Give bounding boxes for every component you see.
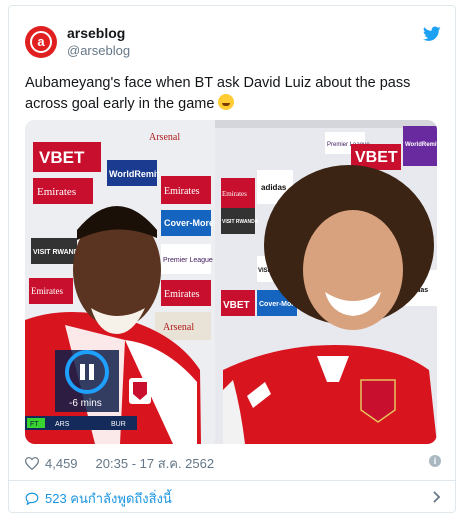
twitter-bird-icon[interactable] [423,26,441,42]
pause-icon-bar-right [89,364,94,380]
board-vbet-right-2: VBET [223,300,250,311]
tears-of-joy-emoji-icon [218,94,235,110]
like-heart-icon[interactable] [25,457,39,470]
author-avatar[interactable]: a [25,26,57,58]
score-status-label: FT [30,421,39,428]
board-vbet-left: VBET [39,148,85,167]
board-emirates-4: Emirates [31,286,63,296]
board-emirates-5: Emirates [222,190,247,198]
tweet-photo[interactable]: VBET WorldRemit Emirates Emirates Cover-… [25,120,437,444]
score-team-home: ARS [55,421,70,428]
tweet-body: Aubameyang's face when BT ask David Luiz… [25,75,411,112]
chevron-right-icon[interactable] [432,491,441,503]
board-vbet-right: VBET [355,149,398,166]
author-name[interactable]: arseblog [67,25,125,41]
board-worldremit-right: WorldRemit [405,142,437,148]
info-icon[interactable]: i [429,455,441,467]
replies-label: 523 คนกำลังพูดถึงสิ่งนี้ [45,490,172,506]
reply-bubble-icon [25,492,39,505]
board-worldremit: WorldRemit [109,169,159,179]
board-premier-league-1: Premier League [163,257,213,264]
tweet-text: Aubameyang's face when BT ask David Luiz… [25,73,435,115]
author-handle[interactable]: @arseblog [67,43,130,58]
arsenal-logo-icon: a [30,31,52,53]
board-emirates-1: Emirates [164,186,200,197]
countdown-label: -6 mins [69,398,102,409]
pause-icon-bar-left [80,364,85,380]
footer-divider [9,480,455,481]
board-emirates-3: Emirates [164,289,200,300]
score-team-away: BUR [111,421,126,428]
tweet-card: a arseblog @arseblog Aubameyang's face w… [8,5,456,513]
board-arsenal-1: Arsenal [163,322,194,333]
board-adidas-1: adidas [261,183,287,192]
like-count[interactable]: 4,459 [45,456,78,471]
board-covermore: Cover-More [164,218,214,228]
post-match-interview-photo: VBET WorldRemit Emirates Emirates Cover-… [25,120,437,444]
board-arsenal-2: Arsenal [149,132,180,143]
tweet-meta: 4,459 20:35 - 17 ส.ค. 2562 [25,453,214,474]
board-visit-rwanda-2: VISIT RWANDA [222,219,259,225]
board-emirates-2: Emirates [37,186,76,198]
replies-link[interactable]: 523 คนกำลังพูดถึงสิ่งนี้ [25,486,441,510]
tweet-timestamp[interactable]: 20:35 - 17 ส.ค. 2562 [96,453,215,474]
